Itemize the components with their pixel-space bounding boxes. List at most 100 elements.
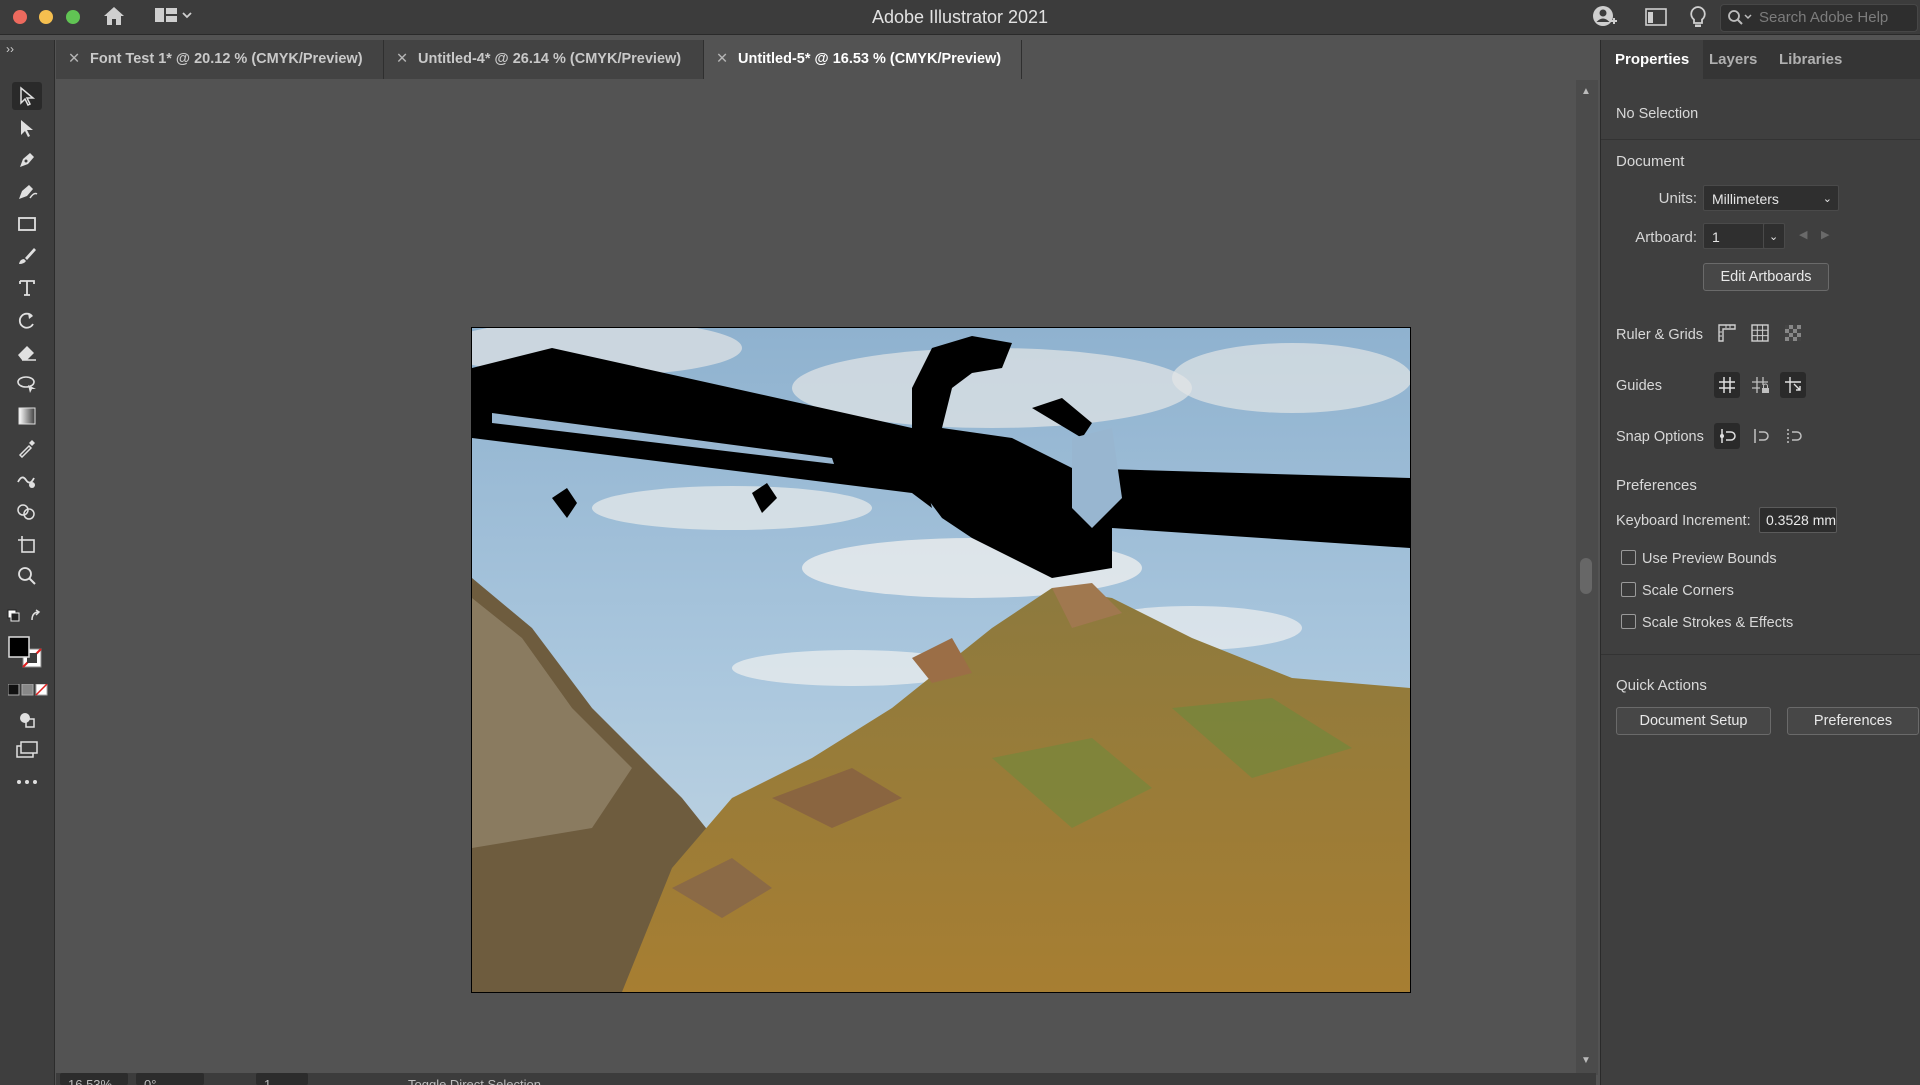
checkbox-box[interactable] [1621,614,1636,629]
close-tab-icon[interactable]: ✕ [396,40,408,79]
preferences-section-title: Preferences [1616,477,1697,494]
arrange-documents-icon[interactable] [1645,8,1667,30]
type-tool-icon[interactable] [12,274,42,302]
close-tab-icon[interactable]: ✕ [716,40,728,79]
tools-panel: ›› [0,40,55,1085]
search-input[interactable]: Search Adobe Help [1720,4,1918,32]
vertical-scrollbar[interactable]: ▲ ▼ [1576,80,1598,1075]
checkbox-label: Scale Corners [1642,583,1734,599]
fill-stroke-swatch[interactable] [8,636,48,674]
shape-builder-tool-icon[interactable] [12,498,42,526]
eyedropper-tool-icon[interactable] [12,434,42,462]
artboard-tool-icon[interactable] [12,530,42,558]
scroll-up-icon[interactable]: ▲ [1581,86,1591,97]
search-icon [1728,10,1752,25]
gradient-tool-icon[interactable] [12,402,42,430]
use-preview-bounds-checkbox[interactable]: Use Preview Bounds [1621,550,1777,570]
units-label: Units: [1658,190,1697,207]
pen-tool-icon[interactable] [12,146,42,174]
show-guides-icon[interactable] [1714,372,1740,398]
units-dropdown[interactable]: Millimeters ⌄ [1703,185,1839,211]
guides-label: Guides [1616,378,1662,394]
quick-actions-title: Quick Actions [1616,677,1707,694]
smart-guides-icon[interactable] [1780,372,1806,398]
snap-options-label: Snap Options [1616,429,1704,445]
close-tab-icon[interactable]: ✕ [68,40,80,79]
tab-properties[interactable]: Properties [1601,40,1704,79]
panel-tabs: Properties Layers Libraries [1601,40,1920,79]
collapse-toolbar-icon[interactable]: ›› [6,42,14,56]
color-mode-icons[interactable] [7,683,48,700]
snap-to-pixel-icon[interactable] [1747,423,1773,449]
search-placeholder: Search Adobe Help [1759,9,1889,26]
transparency-grid-icon[interactable] [1780,320,1806,346]
default-fill-stroke-icon[interactable] [6,608,42,630]
zoom-level-field[interactable]: 16.53% [60,1073,128,1085]
zoom-tool-icon[interactable] [12,562,42,590]
tool-hint-text: Toggle Direct Selection [408,1077,541,1085]
previous-artboard-icon[interactable]: ◀ [1799,228,1807,241]
properties-panel: Properties Layers Libraries No Selection… [1600,40,1920,1085]
snap-to-point-icon[interactable] [1714,423,1740,449]
document-section-title: Document [1616,153,1685,170]
artboard-number-field[interactable]: 1 [256,1073,308,1085]
status-bar: 16.53% 0° 1 Toggle Direct Selection [56,1073,1596,1085]
share-user-icon[interactable] [1592,5,1618,33]
artboard-select[interactable]: 1 [1703,223,1771,249]
curvature-tool-icon[interactable] [12,178,42,206]
keyboard-increment-label: Keyboard Increment: [1616,513,1751,529]
eraser-tool-icon[interactable] [12,338,42,366]
tab-label: Untitled-4* @ 26.14 % (CMYK/Preview) [418,51,682,67]
title-bar: Adobe Illustrator 2021 Search Adobe Help [0,0,1920,35]
document-tabs: ✕ Font Test 1* @ 20.12 % (CMYK/Preview) ✕… [56,40,1596,79]
divider [1601,654,1920,655]
checkbox-box[interactable] [1621,582,1636,597]
tab-untitled-5[interactable]: ✕ Untitled-5* @ 16.53 % (CMYK/Preview) [704,40,1022,79]
ruler-grids-label: Ruler & Grids [1616,327,1704,343]
selection-tool-icon[interactable] [12,82,42,110]
lock-guides-icon[interactable] [1747,372,1773,398]
document-setup-button[interactable]: Document Setup [1616,707,1771,735]
scroll-down-icon[interactable]: ▼ [1581,1055,1591,1066]
tab-layers[interactable]: Layers [1709,40,1757,79]
tab-font-test[interactable]: ✕ Font Test 1* @ 20.12 % (CMYK/Preview) [56,40,384,79]
artboard[interactable] [471,327,1411,993]
rectangle-tool-icon[interactable] [12,210,42,238]
tab-label: Untitled-5* @ 16.53 % (CMYK/Preview) [738,51,1002,67]
scale-strokes-effects-checkbox[interactable]: Scale Strokes & Effects [1621,614,1793,634]
edit-artboards-button[interactable]: Edit Artboards [1703,263,1829,291]
artwork-image [472,328,1410,992]
chevron-down-icon: ⌄ [1822,193,1832,205]
artboard-dropdown-toggle[interactable]: ⌄ [1763,223,1785,249]
tab-label: Font Test 1* @ 20.12 % (CMYK/Preview) [90,51,363,67]
snap-to-glyph-icon[interactable] [1780,423,1806,449]
lasso-tool-icon[interactable] [12,370,42,398]
draw-mode-icon[interactable] [12,706,42,734]
divider [1601,139,1920,140]
checkbox-box[interactable] [1621,550,1636,565]
paintbrush-tool-icon[interactable] [12,242,42,270]
lightbulb-icon[interactable] [1688,5,1708,33]
blend-tool-icon[interactable] [12,466,42,494]
scroll-thumb[interactable] [1580,558,1592,594]
rotate-tool-icon[interactable] [12,306,42,334]
checkbox-label: Use Preview Bounds [1642,551,1777,567]
direct-selection-tool-icon[interactable] [12,114,42,142]
units-value: Millimeters [1712,191,1779,207]
artboard-value: 1 [1712,229,1720,245]
canvas-area[interactable] [56,80,1576,1075]
tab-untitled-4[interactable]: ✕ Untitled-4* @ 26.14 % (CMYK/Preview) [384,40,704,79]
preferences-button[interactable]: Preferences [1787,707,1919,735]
rotation-field[interactable]: 0° [136,1073,204,1085]
scale-corners-checkbox[interactable]: Scale Corners [1621,582,1734,602]
next-artboard-icon[interactable]: ▶ [1821,228,1829,241]
ruler-icon[interactable] [1714,320,1740,346]
tab-libraries[interactable]: Libraries [1779,40,1842,79]
keyboard-increment-input[interactable]: 0.3528 mm [1759,507,1837,533]
checkbox-label: Scale Strokes & Effects [1642,615,1794,631]
grid-icon[interactable] [1747,320,1773,346]
window-title: Adobe Illustrator 2021 [871,7,1049,27]
screen-mode-icon[interactable] [12,736,42,764]
artboard-label: Artboard: [1635,229,1697,246]
edit-toolbar-more-icon[interactable] [12,768,42,796]
